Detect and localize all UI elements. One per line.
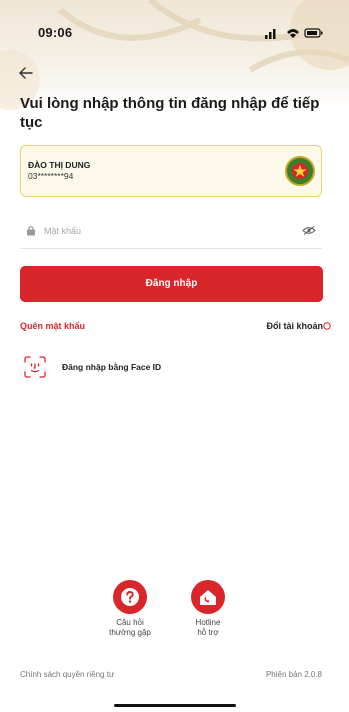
forgot-password-link[interactable]: Quên mật khẩu (20, 321, 85, 331)
hotline-icon (191, 580, 225, 614)
face-id-icon (24, 356, 46, 378)
hotline-label-line2: hỗ trợ (197, 628, 219, 637)
eye-off-icon[interactable] (302, 226, 316, 235)
hotline-label-line1: Hotline (195, 618, 221, 627)
status-icons (265, 28, 323, 39)
password-field[interactable]: Mật khẩu (20, 213, 322, 249)
police-emblem-icon (285, 156, 315, 186)
home-indicator (114, 704, 236, 707)
hotline-button[interactable]: Hotline hỗ trợ (176, 580, 240, 646)
account-phone: 03********94 (28, 171, 74, 181)
faceid-login-button[interactable]: Đăng nhập bằng Face ID (20, 354, 220, 380)
lock-icon (27, 226, 35, 236)
status-bar: 09:06 (0, 22, 349, 42)
privacy-policy-link[interactable]: Chính sách quyền riêng tư (20, 670, 114, 679)
switch-account-link[interactable]: Đổi tài khoản (266, 321, 323, 331)
switch-account-icon[interactable] (323, 322, 331, 330)
password-placeholder: Mật khẩu (44, 226, 82, 236)
faceid-label: Đăng nhập bằng Face ID (62, 362, 162, 372)
faq-label-line2: thường gặp (109, 628, 151, 637)
faq-button[interactable]: Câu hỏi thường gặp (98, 580, 162, 646)
account-name: ĐÀO THỊ DUNG (28, 160, 91, 170)
login-button[interactable]: Đăng nhập (20, 266, 323, 302)
status-time: 09:06 (38, 25, 73, 40)
app-version: Phiên bản 2.0.8 (265, 670, 322, 679)
back-arrow-icon[interactable] (16, 64, 36, 82)
question-icon (113, 580, 147, 614)
account-card[interactable]: ĐÀO THỊ DUNG 03********94 (20, 145, 322, 197)
faq-label-line1: Câu hỏi (116, 618, 144, 627)
page-title: Vui lòng nhập thông tin đăng nhập để tiế… (20, 95, 320, 131)
